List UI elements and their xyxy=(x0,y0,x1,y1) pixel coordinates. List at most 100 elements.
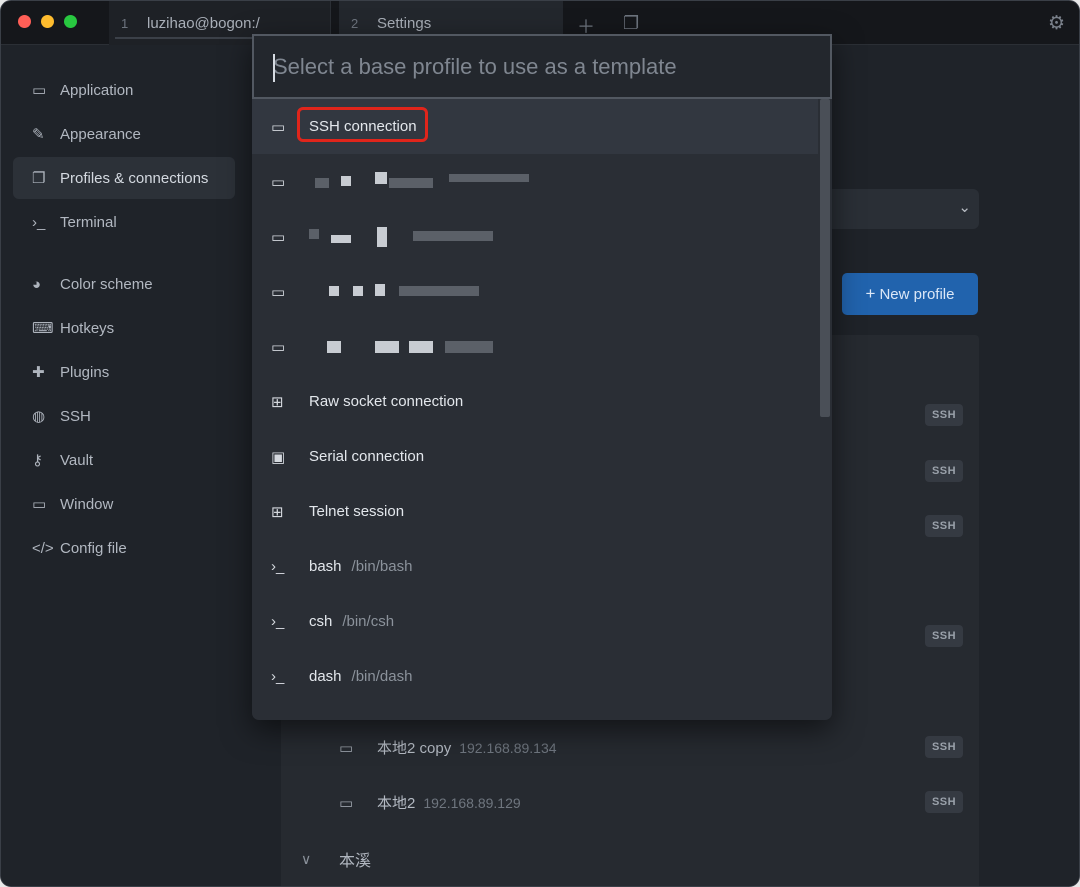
option-label: dash xyxy=(309,668,342,685)
sidebar-item-application[interactable]: ▭ Application xyxy=(13,69,235,111)
globe-icon: ◍ xyxy=(32,408,46,425)
option-redacted-profile[interactable]: ▭ xyxy=(252,154,818,209)
sidebar-item-window[interactable]: ▭ Window xyxy=(13,483,235,525)
redacted-label xyxy=(309,337,529,357)
option-label: Raw socket connection xyxy=(309,393,464,410)
chip-icon: ▣ xyxy=(271,448,286,466)
sidebar-item-plugins[interactable]: ✚ Plugins xyxy=(13,351,235,393)
sidebar-item-label: Config file xyxy=(60,539,127,557)
sidebar-item-appearance[interactable]: ✎ Appearance xyxy=(13,113,235,155)
sidebar-item-terminal[interactable]: ›_ Terminal xyxy=(13,201,235,243)
settings-sidebar: ▭ Application ✎ Appearance ❐ Profiles & … xyxy=(1,45,241,886)
profile-name: 本地2 xyxy=(377,795,416,812)
tab-label: Settings xyxy=(377,14,432,32)
option-path: /bin/bash xyxy=(351,558,413,575)
network-icon: ⊞ xyxy=(271,503,284,521)
code-icon: </> xyxy=(32,539,54,557)
new-profile-label: New profile xyxy=(879,285,955,303)
monitor-icon: ▭ xyxy=(339,739,354,757)
option-dash[interactable]: ›_ dash /bin/dash xyxy=(252,649,818,704)
redacted-label xyxy=(309,282,509,302)
redacted-label xyxy=(309,226,509,247)
group-header[interactable]: ∨ 本溪 xyxy=(301,847,371,871)
keyboard-icon: ⌨ xyxy=(32,320,54,337)
group-label: 本溪 xyxy=(339,853,372,870)
new-profile-button[interactable]: + New profile xyxy=(842,273,978,315)
sidebar-item-color-scheme[interactable]: ◕ Color scheme xyxy=(13,263,235,305)
plus-icon: + xyxy=(865,284,876,303)
sidebar-item-hotkeys[interactable]: ⌨ Hotkeys xyxy=(13,307,235,349)
monitor-icon: ▭ xyxy=(271,283,286,301)
tab-number: 1 xyxy=(121,15,129,31)
key-icon: ⚷ xyxy=(32,452,43,469)
close-window-button[interactable] xyxy=(18,15,31,28)
terminal-icon: ›_ xyxy=(271,613,285,630)
maximize-window-button[interactable] xyxy=(64,15,77,28)
list-item[interactable]: ▭ 本地2 copy 192.168.89.134 xyxy=(339,737,557,758)
option-raw-socket[interactable]: ⊞ Raw socket connection xyxy=(252,374,818,429)
option-bash[interactable]: ›_ bash /bin/bash xyxy=(252,539,818,594)
gear-icon[interactable]: ⚙ xyxy=(1048,12,1065,35)
option-telnet[interactable]: ⊞ Telnet session xyxy=(252,484,818,539)
profile-template-picker: ▭ SSH connection ▭ ▭ ▭ xyxy=(252,34,832,720)
windows-icon[interactable]: ❐ xyxy=(623,13,639,34)
profile-host: 192.168.89.129 xyxy=(423,794,521,811)
redacted-label xyxy=(309,171,549,192)
ssh-badge: SSH xyxy=(925,515,963,537)
option-csh[interactable]: ›_ csh /bin/csh xyxy=(252,594,818,649)
app-window: 1 luzihao@bogon:/ 2 Settings ＋ ❐ ⚙ ▭ App… xyxy=(0,0,1080,887)
sidebar-item-label: Application xyxy=(60,81,134,99)
sidebar-item-label: Profiles & connections xyxy=(60,169,209,187)
option-redacted-profile[interactable]: ▭ xyxy=(252,319,818,374)
sidebar-item-config-file[interactable]: </> Config file xyxy=(13,527,235,569)
list-item[interactable]: ▭ 本地2 192.168.89.129 xyxy=(339,792,521,813)
network-icon: ⊞ xyxy=(271,393,284,411)
picker-scrollbar[interactable] xyxy=(820,99,830,417)
template-search-field[interactable] xyxy=(252,34,832,99)
ssh-badge: SSH xyxy=(925,736,963,758)
sidebar-item-vault[interactable]: ⚷ Vault xyxy=(13,439,235,481)
ssh-badge: SSH xyxy=(925,404,963,426)
sidebar-item-profiles[interactable]: ❐ Profiles & connections xyxy=(13,157,235,199)
option-label: csh xyxy=(309,613,333,630)
monitor-icon: ▭ xyxy=(271,338,286,356)
terminal-icon: ›_ xyxy=(32,213,46,231)
minimize-window-button[interactable] xyxy=(41,15,54,28)
option-label: Serial connection xyxy=(309,448,425,465)
profile-host: 192.168.89.134 xyxy=(459,739,557,756)
option-serial[interactable]: ▣ Serial connection xyxy=(252,429,818,484)
sidebar-item-label: Appearance xyxy=(60,125,141,143)
tab-number: 2 xyxy=(351,15,359,31)
sidebar-item-ssh[interactable]: ◍ SSH xyxy=(13,395,235,437)
option-label: bash xyxy=(309,558,342,575)
tab-label: luzihao@bogon:/ xyxy=(147,14,260,32)
monitor-icon: ▭ xyxy=(271,173,286,191)
sidebar-item-label: Hotkeys xyxy=(60,319,115,337)
ssh-badge: SSH xyxy=(925,791,963,813)
chevron-down-icon: ⌄ xyxy=(958,199,971,216)
monitor-icon: ▭ xyxy=(339,794,354,812)
terminal-icon: ›_ xyxy=(271,668,285,685)
sidebar-item-label: Terminal xyxy=(60,213,117,231)
highlight-annotation xyxy=(297,107,428,142)
sidebar-item-label: Window xyxy=(60,495,114,513)
profile-name: 本地2 copy xyxy=(377,740,452,757)
text-caret xyxy=(273,54,275,82)
profiles-icon: ❐ xyxy=(32,170,46,187)
option-redacted-profile[interactable]: ▭ xyxy=(252,264,818,319)
template-search-input[interactable] xyxy=(254,36,830,97)
sidebar-item-label: Vault xyxy=(60,451,94,469)
monitor-icon: ▭ xyxy=(271,228,286,246)
sidebar-item-label: Plugins xyxy=(60,363,110,381)
application-icon: ▭ xyxy=(32,82,47,99)
option-path: /bin/dash xyxy=(351,668,413,685)
terminal-icon: ›_ xyxy=(271,558,285,575)
ssh-badge: SSH xyxy=(925,460,963,482)
ssh-badge: SSH xyxy=(925,625,963,647)
puzzle-icon: ✚ xyxy=(32,364,45,381)
option-path: /bin/csh xyxy=(342,613,395,630)
window-icon: ▭ xyxy=(32,496,47,513)
option-redacted-profile[interactable]: ▭ xyxy=(252,209,818,264)
option-label: Telnet session xyxy=(309,503,405,520)
sidebar-item-label: SSH xyxy=(60,407,91,425)
